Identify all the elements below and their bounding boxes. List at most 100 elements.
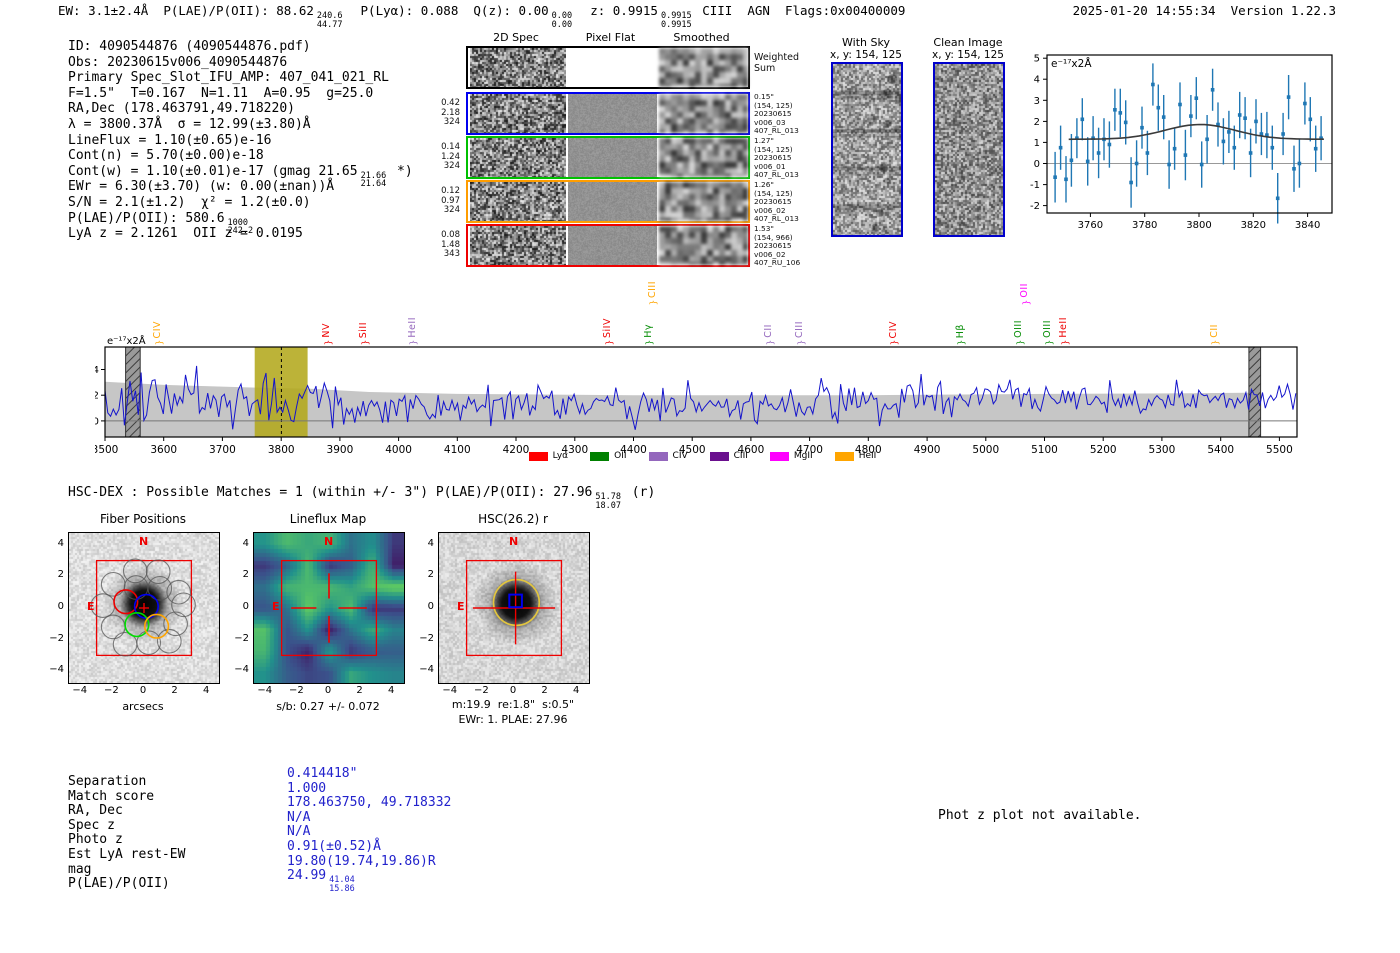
chart-rect	[1286, 95, 1291, 99]
info-line: LineFlux = 1.10(±0.65)e-16	[68, 133, 413, 149]
chart-text: 0	[1034, 159, 1040, 170]
x-tick-label: 0	[139, 685, 147, 696]
2d-smoothed-image	[659, 182, 748, 221]
left-label-line: 324	[443, 205, 460, 216]
text-segment: EWr = 6.30(±3.70) (w: 0.00(±nan))Å	[68, 179, 335, 195]
text-segment: 19.80(19.74,19.86)R	[287, 853, 436, 869]
info-line: Cont(n) = 5.70(±0.00)e-18	[68, 148, 413, 164]
compass-north: N	[509, 535, 519, 548]
chart-text: -2	[1030, 201, 1040, 212]
text-segment: S/N = 2.1(±1.2) χ² = 1.2(±0.0)	[68, 194, 311, 210]
chart-text: e⁻¹⁷x2Å	[1051, 57, 1092, 70]
x-tick-label: −2	[289, 685, 304, 696]
legend-item: CIV	[648, 451, 688, 461]
chart-rect	[1058, 145, 1063, 150]
legend-label: MgII	[793, 451, 813, 461]
full-spectrum-chart: 3500360037003800390040004100420043004400…	[92, 334, 1310, 464]
text-segment: LyA z = 2.1261 OII z = 0.0195	[68, 226, 303, 242]
text-segment: HSC-DEX : Possible Matches = 1 (within +…	[68, 485, 593, 500]
chart-rect	[1308, 117, 1313, 122]
marker-brace: {	[763, 339, 774, 346]
clean-image	[935, 64, 1003, 235]
chart-text: 3840	[1295, 220, 1320, 231]
match-row-value: 1.000	[287, 781, 451, 796]
chart-rect	[1118, 111, 1123, 115]
2d-flat-image	[568, 226, 657, 265]
x-tick-label: 4	[203, 685, 210, 696]
text-segment: ID: 4090544876 (4090544876.pdf)	[68, 39, 311, 54]
cutout-xlabel-hsc_cutout: m:19.9 re:1.8" s:0.5"	[451, 698, 575, 711]
match-row-value: N/A	[287, 824, 451, 839]
chart-text: 2	[1034, 117, 1040, 128]
legend-label: CIV	[672, 451, 688, 461]
marker-brace: {	[647, 299, 658, 306]
line-fit-chart: -2 -1 0 1 2 3 4 5 3760 3780 3800 3820 3840 e⁻¹⁷x2Å	[1020, 45, 1360, 244]
x-tick-label: −2	[474, 685, 489, 696]
text-segment: λ = 3800.37Å σ = 12.99(±3.80)Å	[68, 116, 311, 132]
marker-brace: {	[955, 339, 966, 346]
left-label-line: 343	[443, 249, 460, 260]
y-tick-label: −2	[419, 632, 434, 644]
legend-label: CIII	[733, 451, 748, 461]
emission-line-marker: NV{	[319, 323, 333, 347]
chart-rect	[1292, 167, 1296, 171]
chart-rect	[1199, 162, 1204, 167]
y-tick-label: −2	[49, 632, 64, 644]
info-line: ID: 4090544876 (4090544876.pdf)	[68, 39, 413, 55]
marker-brace: {	[358, 339, 369, 346]
2d-row-left-labels: 0.08 1.48 343	[430, 230, 460, 260]
match-row-label: mag	[68, 861, 92, 877]
2d-flat-image	[568, 182, 657, 221]
text-segment: N/A	[287, 809, 311, 825]
chart-rect	[1178, 102, 1182, 107]
line-fit-svg: -2 -1 0 1 2 3 4 5 3760 3780 3800 3820 3840 e⁻¹⁷x2Å	[1030, 54, 1333, 231]
compass-north: N	[139, 535, 149, 548]
y-tick-label: 4	[242, 537, 249, 549]
text-segment: 0.91(±0.52)Å	[287, 838, 381, 854]
2d-spec-image	[470, 94, 566, 133]
2d-spec-row	[466, 180, 750, 223]
text-segment: 1.000	[287, 780, 327, 796]
x-tick-label: 4	[388, 685, 395, 696]
right-label-line: 407_RL_013	[754, 214, 799, 224]
text-segment: z: 0.9915	[575, 3, 658, 18]
2d-flat-image	[568, 48, 657, 87]
emission-line-marker: CIV{	[886, 321, 900, 347]
emission-line-marker: OII{	[1018, 283, 1032, 307]
match-row-value: 24.99 41.04 15.86	[287, 868, 451, 893]
right-label-line: 407_RL_013	[754, 170, 799, 180]
emission-line-label: OIII	[1013, 320, 1025, 338]
info-line: Cont(w) = 1.10(±0.01)e-17 (gmag 21.65 21.…	[68, 164, 413, 189]
header-summary-line: EW: 3.1±2.4Å P(LAE)/P(OII): 88.62 240.6 44…	[58, 3, 905, 29]
2d-row-left-labels: 0.14 1.24 324	[430, 142, 460, 172]
chart-rect	[1167, 162, 1171, 167]
static-element: 21.64	[360, 179, 387, 190]
match-row-value: 178.463750, 49.718332	[287, 795, 451, 810]
match-row-label: Photo z	[68, 832, 123, 848]
spectrum-legend: Lyα OII CIV CIII MgII HeII	[95, 451, 1310, 461]
emission-line-label: OIII	[1041, 320, 1053, 338]
x-tick-label: −4	[72, 685, 88, 696]
text-segment: N/A	[287, 824, 311, 840]
legend-item: Lyα	[528, 451, 568, 461]
spectrum-svg: 3500360037003800390040004100420043004400…	[92, 334, 1298, 456]
match-table-labels: Separation Match score RA, Dec Spec z Photo …	[68, 774, 185, 891]
marker-brace: {	[1014, 339, 1025, 346]
chart-rect	[1145, 151, 1150, 155]
chart-rect	[1156, 105, 1161, 110]
emission-line-marker: SiII{	[356, 322, 370, 347]
chart-rect	[1275, 196, 1280, 201]
marker-brace: {	[1019, 299, 1030, 306]
chart-rect	[1303, 101, 1307, 106]
cutout-xlabel-fiber_positions: arcsecs	[122, 700, 164, 713]
chart-rect	[1161, 115, 1166, 119]
chart-rect	[1053, 175, 1057, 179]
2d-flat-image	[568, 94, 657, 133]
marker-brace: {	[795, 339, 806, 346]
2d-smoothed-image	[659, 226, 748, 265]
legend-item: HeII	[834, 451, 876, 461]
detection-info-block: ID: 4090544876 (4090544876.pdf) Obs: 2023…	[68, 39, 413, 242]
info-line: Obs: 20230615v006_4090544876	[68, 55, 413, 71]
y-tick-label: 0	[427, 601, 434, 612]
